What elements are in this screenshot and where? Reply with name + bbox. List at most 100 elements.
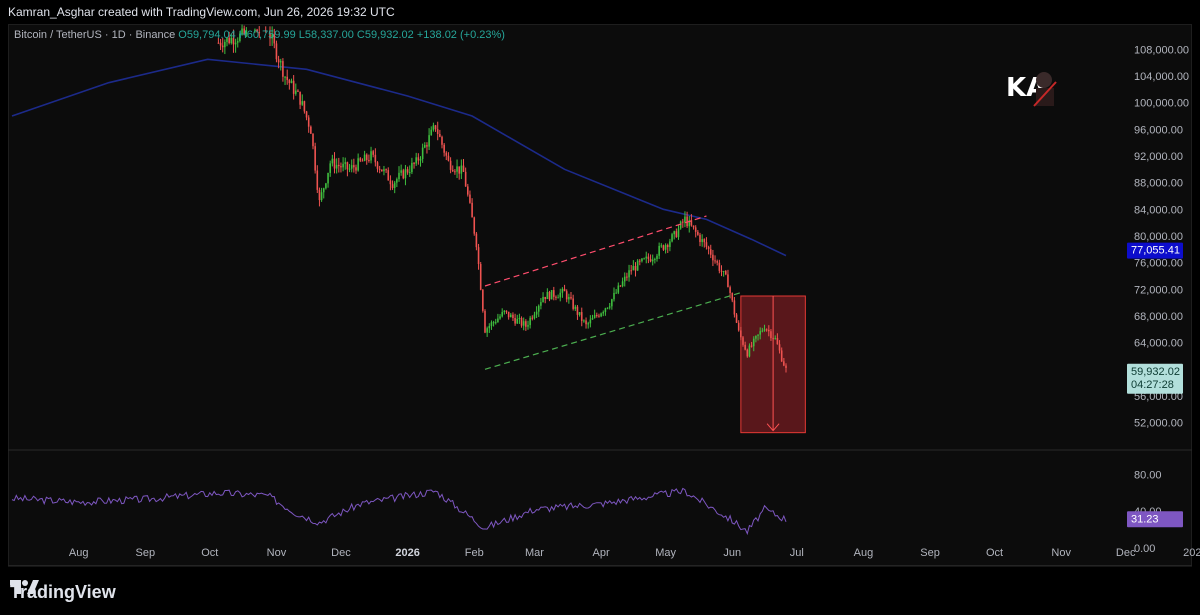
candle-body xyxy=(387,170,390,181)
candle-body xyxy=(555,296,557,298)
candle-body xyxy=(357,158,359,171)
time-tick-label: Feb xyxy=(465,547,484,559)
candle-body xyxy=(529,317,531,326)
price-tick-label: 72,000.00 xyxy=(1134,284,1183,296)
candle-body xyxy=(368,159,370,161)
candle-body xyxy=(520,317,523,326)
candle-body xyxy=(454,171,456,173)
rsi-line xyxy=(11,487,787,536)
candle-body xyxy=(537,305,540,312)
candle-body xyxy=(518,317,521,319)
candle-body xyxy=(600,313,602,317)
candle-body xyxy=(546,291,549,299)
candle-body xyxy=(705,242,708,247)
candle-body xyxy=(494,322,497,324)
candle-body xyxy=(305,111,308,118)
candle-body xyxy=(709,249,712,255)
candle-body xyxy=(359,158,362,161)
price-tick-label: 64,000.00 xyxy=(1134,338,1183,350)
time-tick-label: Sep xyxy=(920,547,940,559)
candle-body xyxy=(759,331,761,335)
time-tick-label: 202 xyxy=(1183,547,1200,559)
candle-body xyxy=(224,41,226,48)
candle-body xyxy=(288,79,291,84)
candle-body xyxy=(527,325,529,327)
candle-body xyxy=(512,314,514,319)
candle-body xyxy=(510,314,512,318)
price-tick-label: 88,000.00 xyxy=(1134,178,1183,190)
candle-body xyxy=(342,163,344,168)
candle-body xyxy=(651,259,654,262)
candle-body xyxy=(757,334,759,336)
legend-change: +138.02 (+0.23%) xyxy=(416,29,505,41)
candle-body xyxy=(615,292,617,294)
candle-body xyxy=(363,154,366,162)
candle-body xyxy=(647,256,650,259)
legend-high: H60,759.99 xyxy=(238,29,296,41)
candle-body xyxy=(402,170,405,179)
candle-body xyxy=(636,260,639,271)
time-tick-label: Aug xyxy=(854,547,874,559)
candle-body xyxy=(295,90,297,94)
time-tick-label: Jun xyxy=(723,547,741,559)
candle-body xyxy=(617,285,620,293)
candle-body xyxy=(445,152,448,156)
candle-body xyxy=(772,338,774,340)
candle-body xyxy=(675,231,678,238)
candle-body xyxy=(658,245,660,256)
candle-body xyxy=(398,172,400,180)
candle-body xyxy=(780,350,783,362)
candle-body xyxy=(568,297,570,300)
candle-body xyxy=(436,129,439,134)
candle-body xyxy=(694,227,697,232)
candle-body xyxy=(325,183,327,189)
candle-body xyxy=(490,322,493,326)
candle-body xyxy=(591,318,594,320)
candle-body xyxy=(531,317,534,319)
candle-body xyxy=(740,330,742,338)
candle-body xyxy=(492,322,495,324)
last-price-badge: 59,932.0204:27:28 xyxy=(1127,363,1183,394)
candle-body xyxy=(507,311,510,318)
candle-body xyxy=(542,296,544,303)
legend-open: O59,794.04 xyxy=(178,29,236,41)
candle-body xyxy=(744,344,746,350)
price-tick-label: 68,000.00 xyxy=(1134,311,1183,323)
candle-body xyxy=(221,45,224,48)
tradingview-footer[interactable]: TradingView xyxy=(10,578,116,606)
candle-body xyxy=(426,145,428,147)
candle-body xyxy=(421,147,424,159)
candle-body xyxy=(587,323,589,325)
price-tick-label: 80,000.00 xyxy=(1134,231,1183,243)
candle-body xyxy=(428,135,430,147)
candle-body xyxy=(516,318,519,324)
candle-body xyxy=(404,169,407,179)
candle-body xyxy=(322,188,325,193)
chart-frame: Kamran_Asghar created with TradingView.c… xyxy=(0,0,1200,615)
candle-body xyxy=(598,315,600,317)
candle-body xyxy=(406,169,409,173)
candle-body xyxy=(628,270,630,278)
symbol-name[interactable]: Bitcoin / TetherUS · 1D · Binance xyxy=(14,29,175,41)
candle-body xyxy=(574,306,577,309)
tradingview-logo-icon xyxy=(10,580,39,594)
rsi-tick-label: 0.00 xyxy=(1134,543,1155,555)
candle-body xyxy=(475,233,478,248)
candle-body xyxy=(596,315,598,317)
candle-body xyxy=(722,271,725,273)
candle-body xyxy=(761,330,764,332)
candle-body xyxy=(621,281,624,287)
candle-body xyxy=(626,276,628,278)
candle-body xyxy=(316,170,319,190)
candle-body xyxy=(755,335,757,339)
time-tick-label: Dec xyxy=(331,547,351,559)
candle-body xyxy=(623,276,626,282)
candle-body xyxy=(679,221,682,229)
candle-body xyxy=(576,306,579,315)
candle-body xyxy=(701,239,703,243)
candle-body xyxy=(593,315,596,319)
candle-body xyxy=(488,325,491,329)
candle-body xyxy=(484,310,486,333)
candle-body xyxy=(355,167,357,171)
price-tick-label: 52,000.00 xyxy=(1134,418,1183,430)
